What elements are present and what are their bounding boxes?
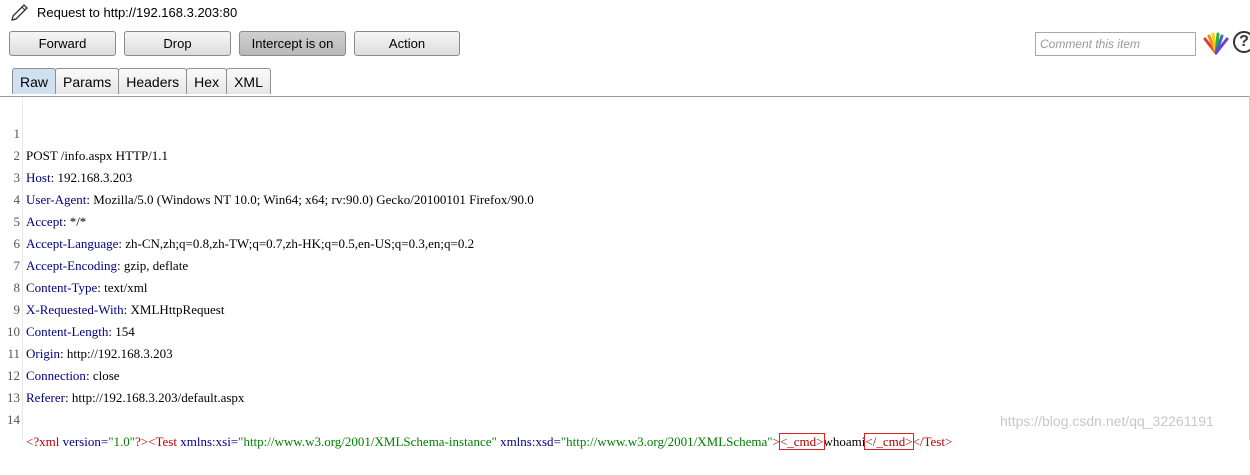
xml-attr-name: version= bbox=[59, 434, 109, 449]
header-line: 6 Accept-Encoding: gzip, deflate bbox=[0, 211, 1250, 273]
line-number: 14 bbox=[7, 412, 20, 427]
header-line: 2 Host: 192.168.3.203 bbox=[0, 123, 1250, 185]
title-bar: Request to http://192.168.3.203:80 bbox=[0, 0, 1250, 26]
xml-pi-open: <?xml bbox=[26, 434, 60, 449]
header-line: 5 Accept-Language: zh-CN,zh;q=0.8,zh-TW;… bbox=[0, 189, 1250, 251]
header-line: 8 X-Requested-With: XMLHttpRequest bbox=[0, 255, 1250, 317]
xml-cmd-close-tag: </_cmd> bbox=[864, 433, 914, 450]
drop-button[interactable]: Drop bbox=[124, 31, 231, 56]
watermark: https://blog.csdn.net/qq_32261191 bbox=[1000, 413, 1214, 429]
header-line: 12 Referer: http://192.168.3.203/default… bbox=[0, 343, 1250, 405]
editor-tabs: Raw Params Headers Hex XML bbox=[12, 68, 271, 95]
xml-test-close: </Test> bbox=[912, 434, 953, 449]
tab-headers[interactable]: Headers bbox=[118, 68, 188, 94]
xml-cmd-open-tag: <_cmd> bbox=[778, 433, 825, 450]
pencil-icon bbox=[11, 4, 28, 21]
xml-attr-value: "http://www.w3.org/2001/XMLSchema-instan… bbox=[238, 434, 497, 449]
blank-line: 13 bbox=[0, 365, 1250, 405]
header-line: 9 Content-Length: 154 bbox=[0, 277, 1250, 339]
request-line: 1 POST /info.aspx HTTP/1.1 bbox=[0, 101, 1250, 163]
xml-body-line: 14 <?xml version="1.0"?><Test xmlns:xsi=… bbox=[0, 387, 1250, 450]
action-button[interactable]: Action bbox=[354, 31, 460, 56]
tab-params[interactable]: Params bbox=[55, 68, 120, 94]
intercept-toggle-button[interactable]: Intercept is on bbox=[239, 31, 346, 56]
tab-raw[interactable]: Raw bbox=[12, 68, 57, 94]
header-line: 3 User-Agent: Mozilla/5.0 (Windows NT 10… bbox=[0, 145, 1250, 207]
highlight-color-icon[interactable] bbox=[1202, 31, 1230, 57]
tab-hex[interactable]: Hex bbox=[186, 68, 228, 94]
request-editor[interactable]: 1 POST /info.aspx HTTP/1.1 2 Host: 192.1… bbox=[0, 96, 1250, 450]
help-icon[interactable]: ? bbox=[1233, 31, 1250, 53]
header-line: 11 Connection: close bbox=[0, 321, 1250, 383]
header-line: 4 Accept: */* bbox=[0, 167, 1250, 229]
xml-cmd-text: whoami bbox=[823, 434, 866, 449]
tab-xml[interactable]: XML bbox=[226, 68, 271, 94]
header-line: 10 Origin: http://192.168.3.203 bbox=[0, 299, 1250, 361]
xml-attr-name: xmlns:xsi= bbox=[176, 434, 239, 449]
forward-button[interactable]: Forward bbox=[9, 31, 116, 56]
xml-test-gt: > bbox=[772, 434, 780, 449]
header-line: 7 Content-Type: text/xml bbox=[0, 233, 1250, 295]
xml-attr-value: "1.0" bbox=[108, 434, 136, 449]
xml-attr-value: "http://www.w3.org/2001/XMLSchema" bbox=[560, 434, 773, 449]
window-title: Request to http://192.168.3.203:80 bbox=[37, 5, 238, 20]
xml-test-open: <Test bbox=[148, 434, 177, 449]
comment-input[interactable] bbox=[1035, 32, 1196, 56]
xml-pi-close: ?> bbox=[135, 434, 149, 449]
xml-attr-name: xmlns:xsd= bbox=[496, 434, 561, 449]
